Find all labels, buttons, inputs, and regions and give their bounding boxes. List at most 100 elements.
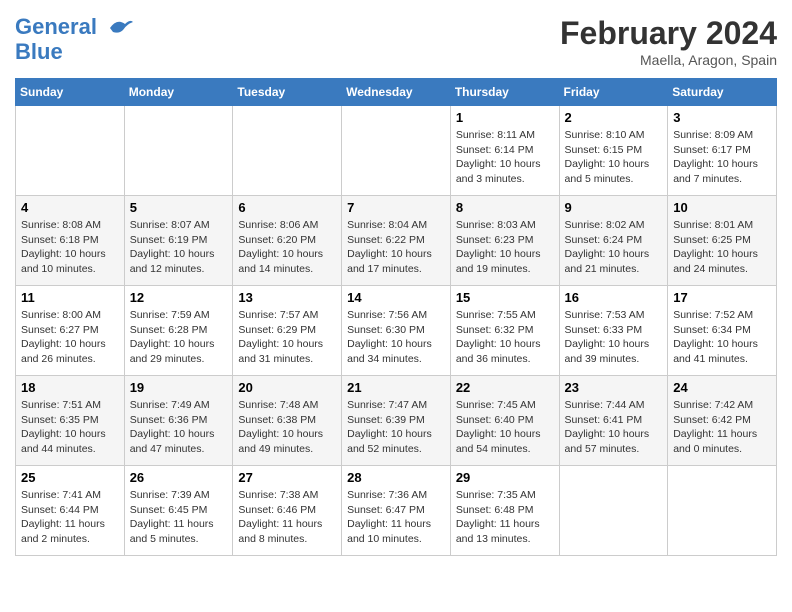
day-header-sunday: Sunday [16, 79, 125, 106]
calendar-cell: 18Sunrise: 7:51 AM Sunset: 6:35 PM Dayli… [16, 376, 125, 466]
day-number: 14 [347, 290, 445, 305]
day-number: 13 [238, 290, 336, 305]
calendar-cell [233, 106, 342, 196]
calendar-cell: 10Sunrise: 8:01 AM Sunset: 6:25 PM Dayli… [668, 196, 777, 286]
day-number: 15 [456, 290, 554, 305]
day-info: Sunrise: 8:10 AM Sunset: 6:15 PM Dayligh… [565, 128, 663, 187]
calendar-cell: 1 Sunrise: 8:11 AM Sunset: 6:14 PM Daylig… [450, 106, 559, 196]
day-header-wednesday: Wednesday [342, 79, 451, 106]
calendar-cell: 28 Sunrise: 7:36 AM Sunset: 6:47 PM Dayli… [342, 466, 451, 556]
day-number: 26 [130, 470, 228, 485]
day-info: Sunrise: 7:59 AM Sunset: 6:28 PM Dayligh… [130, 308, 228, 367]
day-number: 29 [456, 470, 554, 485]
day-info: Sunrise: 8:04 AM Sunset: 6:22 PM Dayligh… [347, 218, 445, 277]
day-number: 25 [21, 470, 119, 485]
page-header: General Blue February 2024 Maella, Arago… [15, 15, 777, 68]
day-info: Sunrise: 7:53 AM Sunset: 6:33 PM Dayligh… [565, 308, 663, 367]
month-title: February 2024 [560, 15, 777, 52]
day-number: 19 [130, 380, 228, 395]
day-number: 2 [565, 110, 663, 125]
week-row-4: 25 Sunrise: 7:41 AM Sunset: 6:44 PM Dayli… [16, 466, 777, 556]
logo: General Blue [15, 15, 135, 64]
calendar-cell: 15 Sunrise: 7:55 AM Sunset: 6:32 PM Dayli… [450, 286, 559, 376]
day-header-friday: Friday [559, 79, 668, 106]
calendar-cell: 14 Sunrise: 7:56 AM Sunset: 6:30 PM Dayli… [342, 286, 451, 376]
calendar-cell: 5Sunrise: 8:07 AM Sunset: 6:19 PM Daylig… [124, 196, 233, 286]
day-info: Sunrise: 8:07 AM Sunset: 6:19 PM Dayligh… [130, 218, 228, 277]
header-row: SundayMondayTuesdayWednesdayThursdayFrid… [16, 79, 777, 106]
day-number: 11 [21, 290, 119, 305]
calendar-cell: 8 Sunrise: 8:03 AM Sunset: 6:23 PM Daylig… [450, 196, 559, 286]
day-header-monday: Monday [124, 79, 233, 106]
day-info: Sunrise: 7:44 AM Sunset: 6:41 PM Dayligh… [565, 398, 663, 457]
logo-blue: Blue [15, 40, 135, 64]
calendar-cell: 27 Sunrise: 7:38 AM Sunset: 6:46 PM Dayli… [233, 466, 342, 556]
day-info: Sunrise: 7:56 AM Sunset: 6:30 PM Dayligh… [347, 308, 445, 367]
calendar-cell [559, 466, 668, 556]
day-number: 4 [21, 200, 119, 215]
day-info: Sunrise: 7:57 AM Sunset: 6:29 PM Dayligh… [238, 308, 336, 367]
day-info: Sunrise: 7:55 AM Sunset: 6:32 PM Dayligh… [456, 308, 554, 367]
week-row-2: 11 Sunrise: 8:00 AM Sunset: 6:27 PM Dayli… [16, 286, 777, 376]
calendar-cell: 12Sunrise: 7:59 AM Sunset: 6:28 PM Dayli… [124, 286, 233, 376]
day-info: Sunrise: 8:06 AM Sunset: 6:20 PM Dayligh… [238, 218, 336, 277]
day-info: Sunrise: 7:48 AM Sunset: 6:38 PM Dayligh… [238, 398, 336, 457]
logo-text: General [15, 15, 135, 40]
week-row-0: 1 Sunrise: 8:11 AM Sunset: 6:14 PM Daylig… [16, 106, 777, 196]
calendar-table: SundayMondayTuesdayWednesdayThursdayFrid… [15, 78, 777, 556]
day-number: 6 [238, 200, 336, 215]
day-info: Sunrise: 7:38 AM Sunset: 6:46 PM Dayligh… [238, 488, 336, 547]
calendar-cell: 17Sunrise: 7:52 AM Sunset: 6:34 PM Dayli… [668, 286, 777, 376]
day-header-saturday: Saturday [668, 79, 777, 106]
day-number: 20 [238, 380, 336, 395]
title-block: February 2024 Maella, Aragon, Spain [560, 15, 777, 68]
calendar-cell [342, 106, 451, 196]
day-info: Sunrise: 8:03 AM Sunset: 6:23 PM Dayligh… [456, 218, 554, 277]
day-header-thursday: Thursday [450, 79, 559, 106]
calendar-cell: 6 Sunrise: 8:06 AM Sunset: 6:20 PM Daylig… [233, 196, 342, 286]
day-number: 9 [565, 200, 663, 215]
day-info: Sunrise: 7:49 AM Sunset: 6:36 PM Dayligh… [130, 398, 228, 457]
day-number: 10 [673, 200, 771, 215]
calendar-cell: 16 Sunrise: 7:53 AM Sunset: 6:33 PM Dayli… [559, 286, 668, 376]
day-info: Sunrise: 7:42 AM Sunset: 6:42 PM Dayligh… [673, 398, 771, 457]
calendar-cell: 20 Sunrise: 7:48 AM Sunset: 6:38 PM Dayli… [233, 376, 342, 466]
calendar-cell: 21Sunrise: 7:47 AM Sunset: 6:39 PM Dayli… [342, 376, 451, 466]
day-info: Sunrise: 8:09 AM Sunset: 6:17 PM Dayligh… [673, 128, 771, 187]
day-number: 28 [347, 470, 445, 485]
calendar-cell: 4Sunrise: 8:08 AM Sunset: 6:18 PM Daylig… [16, 196, 125, 286]
day-header-tuesday: Tuesday [233, 79, 342, 106]
day-info: Sunrise: 7:39 AM Sunset: 6:45 PM Dayligh… [130, 488, 228, 547]
calendar-cell: 22Sunrise: 7:45 AM Sunset: 6:40 PM Dayli… [450, 376, 559, 466]
day-info: Sunrise: 7:36 AM Sunset: 6:47 PM Dayligh… [347, 488, 445, 547]
day-number: 1 [456, 110, 554, 125]
calendar-cell: 7 Sunrise: 8:04 AM Sunset: 6:22 PM Daylig… [342, 196, 451, 286]
day-info: Sunrise: 8:00 AM Sunset: 6:27 PM Dayligh… [21, 308, 119, 367]
calendar-cell [668, 466, 777, 556]
day-number: 18 [21, 380, 119, 395]
calendar-cell: 19 Sunrise: 7:49 AM Sunset: 6:36 PM Dayli… [124, 376, 233, 466]
day-number: 24 [673, 380, 771, 395]
day-number: 8 [456, 200, 554, 215]
week-row-3: 18Sunrise: 7:51 AM Sunset: 6:35 PM Dayli… [16, 376, 777, 466]
day-info: Sunrise: 7:41 AM Sunset: 6:44 PM Dayligh… [21, 488, 119, 547]
day-number: 16 [565, 290, 663, 305]
calendar-cell: 23Sunrise: 7:44 AM Sunset: 6:41 PM Dayli… [559, 376, 668, 466]
day-number: 7 [347, 200, 445, 215]
day-info: Sunrise: 7:52 AM Sunset: 6:34 PM Dayligh… [673, 308, 771, 367]
day-number: 27 [238, 470, 336, 485]
calendar-cell: 3 Sunrise: 8:09 AM Sunset: 6:17 PM Daylig… [668, 106, 777, 196]
day-number: 21 [347, 380, 445, 395]
calendar-cell [16, 106, 125, 196]
calendar-cell: 9 Sunrise: 8:02 AM Sunset: 6:24 PM Daylig… [559, 196, 668, 286]
day-info: Sunrise: 8:11 AM Sunset: 6:14 PM Dayligh… [456, 128, 554, 187]
calendar-cell: 11 Sunrise: 8:00 AM Sunset: 6:27 PM Dayli… [16, 286, 125, 376]
day-info: Sunrise: 7:35 AM Sunset: 6:48 PM Dayligh… [456, 488, 554, 547]
day-info: Sunrise: 7:45 AM Sunset: 6:40 PM Dayligh… [456, 398, 554, 457]
calendar-cell: 2 Sunrise: 8:10 AM Sunset: 6:15 PM Daylig… [559, 106, 668, 196]
day-number: 3 [673, 110, 771, 125]
calendar-cell: 24 Sunrise: 7:42 AM Sunset: 6:42 PM Dayli… [668, 376, 777, 466]
calendar-cell: 26 Sunrise: 7:39 AM Sunset: 6:45 PM Dayli… [124, 466, 233, 556]
week-row-1: 4Sunrise: 8:08 AM Sunset: 6:18 PM Daylig… [16, 196, 777, 286]
day-info: Sunrise: 8:02 AM Sunset: 6:24 PM Dayligh… [565, 218, 663, 277]
